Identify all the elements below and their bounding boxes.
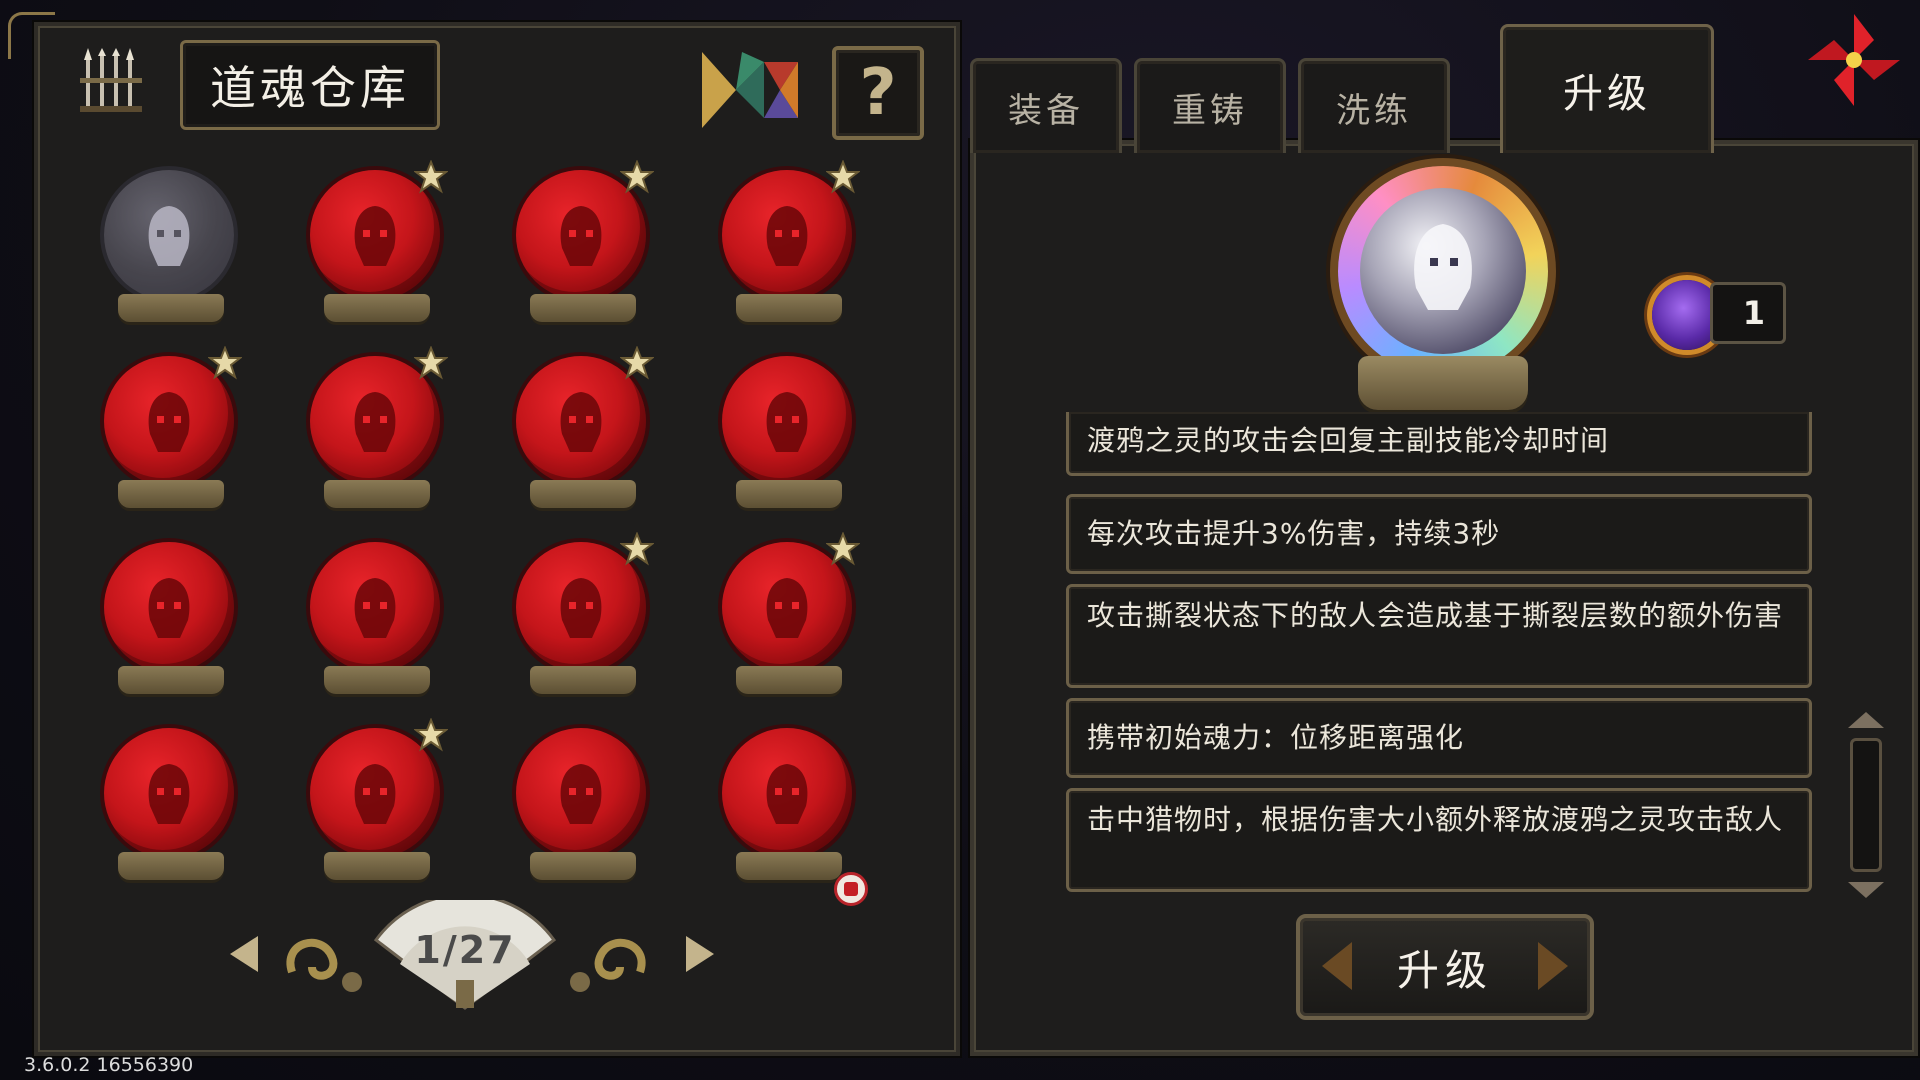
orb-stand xyxy=(118,852,224,880)
star-icon xyxy=(620,160,654,194)
star-icon xyxy=(208,346,242,380)
selected-soul-orb xyxy=(1338,166,1548,416)
weapon-rack-icon xyxy=(80,48,142,112)
soul-orb[interactable] xyxy=(508,532,658,704)
star-icon xyxy=(826,160,860,194)
spirit-face-icon xyxy=(560,392,602,452)
scroll-track[interactable] xyxy=(1850,738,1882,872)
orb-stand xyxy=(324,666,430,694)
soul-orb[interactable] xyxy=(302,534,452,704)
soul-orb-grid xyxy=(96,160,896,902)
spirit-face-icon xyxy=(354,578,396,638)
orb-stand xyxy=(736,666,842,694)
affix-item: 携带初始魂力：位移距离强化 xyxy=(1066,698,1812,778)
tangram-icon[interactable] xyxy=(702,52,798,128)
tab-equip[interactable]: 装备 xyxy=(970,58,1122,153)
scroll-down-arrow[interactable] xyxy=(1848,882,1884,898)
tab-upgrade[interactable]: 升级 xyxy=(1500,24,1714,153)
orb-stand xyxy=(530,666,636,694)
orb-stand xyxy=(118,666,224,694)
soul-orb[interactable] xyxy=(302,160,452,332)
affix-item: 攻击撕裂状态下的敌人会造成基于撕裂层数的额外伤害 xyxy=(1066,584,1812,688)
scroll-ornament-left xyxy=(286,938,362,992)
soul-orb[interactable] xyxy=(714,532,864,704)
soul-orb[interactable] xyxy=(508,160,658,332)
chevron-right-icon xyxy=(1538,942,1568,990)
spirit-face-icon xyxy=(148,392,190,452)
star-icon xyxy=(620,532,654,566)
spirit-face-icon xyxy=(766,392,808,452)
red-pinwheel-close-icon[interactable] xyxy=(1804,10,1904,110)
soul-orb[interactable] xyxy=(302,718,452,890)
upgrade-button[interactable]: 升级 xyxy=(1296,914,1594,1020)
soul-orb[interactable] xyxy=(96,346,246,518)
corner-ornament xyxy=(8,12,55,59)
orb-stand xyxy=(118,294,224,322)
spirit-face-icon xyxy=(560,764,602,824)
pagination: 1/27 xyxy=(220,900,714,1030)
spirit-face-icon xyxy=(560,206,602,266)
upgrade-button-label: 升级 xyxy=(1396,945,1493,995)
soul-orb[interactable] xyxy=(714,720,864,890)
orb-stand xyxy=(736,294,842,322)
orb-stand xyxy=(118,480,224,508)
spirit-face-icon xyxy=(766,206,808,266)
spirit-face-icon xyxy=(560,578,602,638)
soul-orb[interactable] xyxy=(96,720,246,890)
raven-spirit-icon xyxy=(1414,224,1472,310)
version-label: 3.6.0.2 16556390 xyxy=(24,1054,194,1076)
orb-stand xyxy=(530,852,636,880)
spirit-face-icon xyxy=(354,206,396,266)
spirit-face-icon xyxy=(354,392,396,452)
star-icon xyxy=(414,718,448,752)
prev-page-button[interactable] xyxy=(230,936,258,972)
orb-stand xyxy=(324,294,430,322)
cost-count: 1 xyxy=(1710,282,1786,344)
chevron-left-icon xyxy=(1322,942,1352,990)
soul-orb[interactable] xyxy=(714,348,864,518)
affix-item: 每次攻击提升3%伤害，持续3秒 xyxy=(1066,494,1812,574)
page-title: 道魂仓库 xyxy=(180,40,440,130)
tab-refine[interactable]: 洗练 xyxy=(1298,58,1450,153)
star-icon xyxy=(620,346,654,380)
tab-reforge[interactable]: 重铸 xyxy=(1134,58,1286,153)
tab-bar: 装备 重铸 洗练 升级 xyxy=(970,20,1790,153)
star-icon xyxy=(826,532,860,566)
orb-stand xyxy=(530,294,636,322)
spirit-face-icon xyxy=(766,764,808,824)
soul-orb[interactable] xyxy=(302,346,452,518)
soul-orb[interactable] xyxy=(508,346,658,518)
star-icon xyxy=(414,346,448,380)
scroll-ornament-right xyxy=(570,938,646,992)
star-icon xyxy=(414,160,448,194)
soul-orb[interactable] xyxy=(96,534,246,704)
orb-stand xyxy=(1358,356,1528,410)
spirit-face-icon xyxy=(148,578,190,638)
orb-stand xyxy=(324,480,430,508)
next-page-button[interactable] xyxy=(686,936,714,972)
page-indicator: 1/27 xyxy=(414,928,516,972)
affix-item: 击中猎物时，根据伤害大小额外释放渡鸦之灵攻击敌人 xyxy=(1066,788,1812,892)
help-button[interactable]: ? xyxy=(832,46,924,140)
upgrade-cost: 1 xyxy=(1652,278,1790,350)
scroll-up-arrow[interactable] xyxy=(1848,712,1884,728)
soul-orb[interactable] xyxy=(96,162,246,332)
affix-scrollbar[interactable] xyxy=(1846,712,1886,898)
spirit-face-icon xyxy=(354,764,396,824)
soul-orb[interactable] xyxy=(508,720,658,890)
orb-stand xyxy=(736,480,842,508)
spirit-face-icon xyxy=(148,764,190,824)
soul-orb[interactable] xyxy=(714,160,864,332)
orb-stand xyxy=(736,852,842,880)
orb-stand xyxy=(324,852,430,880)
spirit-face-icon xyxy=(766,578,808,638)
spirit-face-icon xyxy=(148,206,190,266)
affix-item: 渡鸦之灵的攻击会回复主副技能冷却时间 xyxy=(1066,412,1812,476)
orb-stand xyxy=(530,480,636,508)
new-item-marker xyxy=(834,872,868,906)
